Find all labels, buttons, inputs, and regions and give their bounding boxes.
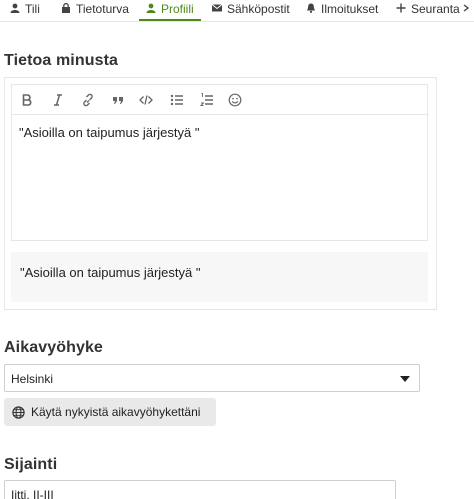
about-me-preview: "Asioilla on taipumus järjestyä ": [11, 252, 428, 302]
tab-label: Tili: [25, 2, 40, 16]
quote-icon[interactable]: [111, 93, 125, 107]
user-icon: [10, 3, 20, 13]
timezone-select[interactable]: Helsinki: [4, 364, 420, 392]
more-icon: [463, 4, 470, 12]
tab-label: Sähköpostit: [227, 2, 290, 16]
tab-account[interactable]: Tili: [10, 0, 40, 22]
tab-more[interactable]: [462, 0, 474, 22]
tab-label: Profiili: [161, 2, 194, 16]
timezone-title: Aikavyöhyke: [4, 339, 103, 356]
use-current-timezone-label: Käytä nykyistä aikavyöhykettäni: [31, 405, 201, 419]
editor-toolbar: [12, 85, 427, 115]
tab-label: Ilmoitukset: [321, 2, 379, 16]
tab-label: Tietoturva: [76, 2, 129, 16]
about-me-title: Tietoa minusta: [4, 52, 119, 69]
tab-notifications[interactable]: Ilmoitukset: [306, 0, 378, 22]
emoji-icon[interactable]: [228, 93, 242, 107]
timezone-selected-value: Helsinki: [11, 372, 54, 386]
lock-icon: [62, 3, 70, 13]
numbered-list-icon[interactable]: [200, 93, 214, 107]
about-me-editor[interactable]: "Asioilla on taipumus järjestyä ": [11, 84, 428, 241]
bold-icon[interactable]: [20, 93, 34, 107]
caret-down-icon: [400, 376, 410, 382]
use-current-timezone-button[interactable]: Käytä nykyistä aikavyöhykettäni: [4, 398, 216, 426]
globe-icon: [12, 405, 25, 419]
tab-label: Seuranta: [411, 2, 460, 16]
user-icon: [146, 3, 156, 13]
location-input[interactable]: Iitti, II-III: [4, 480, 396, 499]
code-icon[interactable]: [139, 93, 153, 107]
link-icon[interactable]: [81, 93, 95, 107]
bell-icon: [307, 3, 315, 13]
preferences-nav: Tili Tietoturva Profiili Sähköpostit Ilm…: [0, 0, 474, 22]
bullet-list-icon[interactable]: [170, 93, 184, 107]
editor-content[interactable]: "Asioilla on taipumus järjestyä ": [19, 125, 199, 140]
preview-text: "Asioilla on taipumus järjestyä ": [20, 265, 201, 280]
tab-profile[interactable]: Profiili: [139, 0, 201, 21]
italic-icon[interactable]: [51, 93, 65, 107]
envelope-icon: [212, 4, 222, 12]
location-value: Iitti, II-III: [11, 488, 54, 499]
tab-security[interactable]: Tietoturva: [61, 0, 129, 22]
tab-tracking[interactable]: Seuranta: [396, 0, 460, 22]
plus-icon: [396, 3, 406, 13]
tab-emails[interactable]: Sähköpostit: [212, 0, 290, 22]
location-title: Sijainti: [4, 456, 58, 473]
